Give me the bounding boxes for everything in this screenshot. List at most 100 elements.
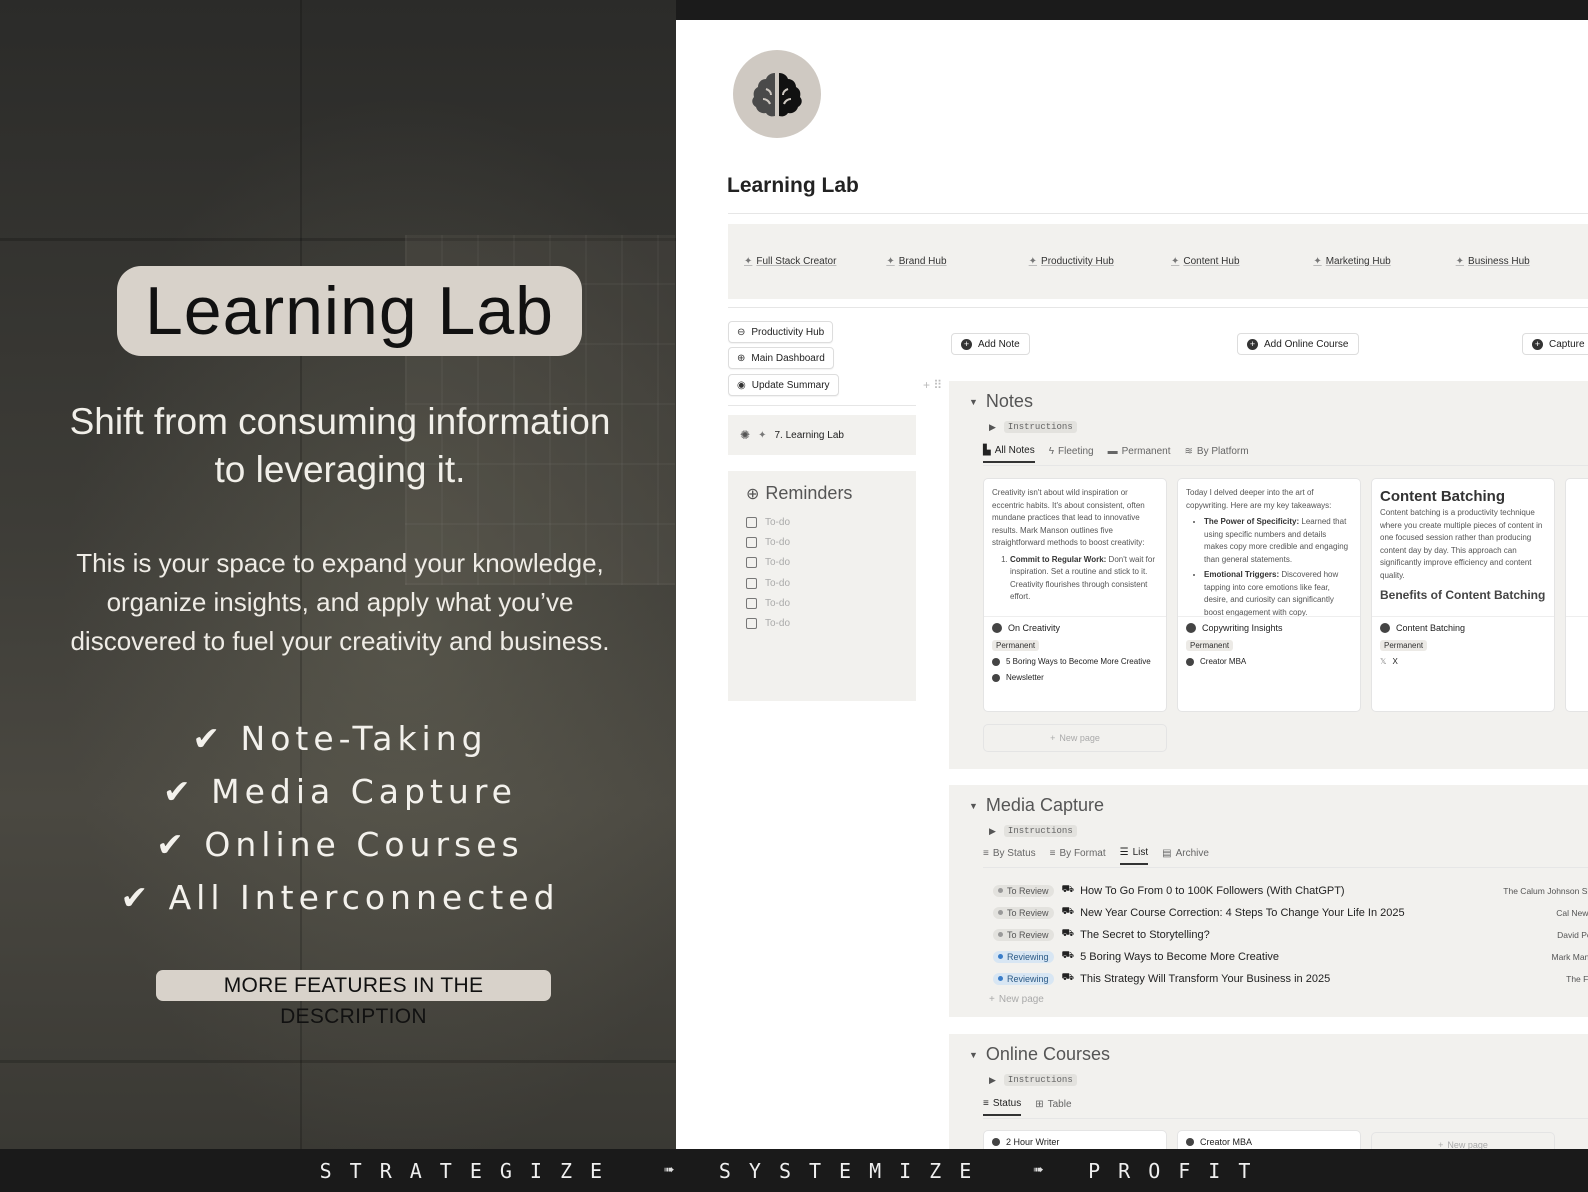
tab-fleeting[interactable]: ϟ Fleeting: [1049, 445, 1094, 463]
wall-seam: [0, 1060, 676, 1063]
note-card[interactable]: Today I delved deeper into the art of co…: [1177, 478, 1361, 712]
notes-instructions-toggle[interactable]: ▶ Instructions: [989, 421, 1077, 433]
courses-title[interactable]: ▼ Online Courses: [969, 1044, 1110, 1065]
list-item[interactable]: To Review ⛟ How To Go From 0 to 100K Follo…: [993, 880, 1588, 901]
sparkle-icon: ✦: [1313, 256, 1322, 267]
tab-all-notes[interactable]: ▙ All Notes: [983, 445, 1035, 463]
hub-link-content-hub[interactable]: ✦ Content Hub: [1171, 256, 1313, 267]
plus-icon: +: [961, 338, 972, 350]
todo-label: To-do: [765, 618, 791, 630]
checkbox[interactable]: [746, 597, 757, 609]
list-item-author: The Futur: [1566, 973, 1588, 984]
card-relation[interactable]: Newsletter: [992, 673, 1158, 682]
courses-instructions-toggle[interactable]: ▶ Instructions: [989, 1074, 1077, 1086]
toggle-triangle-icon[interactable]: ▼: [969, 1050, 978, 1060]
toggle-triangle-icon: ▶: [989, 421, 996, 432]
tab-label: Fleeting: [1058, 446, 1094, 457]
todo-item[interactable]: To-do: [746, 553, 898, 573]
media-tabs: ≡ By Status ≡ By Format ☰ List ▤ Archive: [983, 847, 1209, 865]
note-card[interactable]: Content Batching Content batching is a p…: [1371, 478, 1555, 712]
course-card[interactable]: Creator MBA: [1177, 1130, 1361, 1149]
type-tag: Permanent: [992, 640, 1040, 651]
card-title-row: Content Batching: [1380, 623, 1546, 633]
status-label: To Review: [1007, 907, 1049, 918]
note-card[interactable]: [1565, 478, 1588, 712]
hub-link-brand-hub[interactable]: ✦ Brand Hub: [886, 256, 1028, 267]
brain-icon-svg: [752, 73, 802, 117]
divider: [983, 465, 1588, 466]
add-online-course-button[interactable]: + Add Online Course: [1237, 333, 1359, 355]
checkbox[interactable]: [746, 577, 757, 589]
list-item[interactable]: To Review ⛟ New Year Course Correction: 4 …: [993, 902, 1588, 923]
card-meta: 2 Hour Writer: [984, 1131, 1166, 1149]
new-page-button[interactable]: + New page: [1371, 1132, 1555, 1149]
divider: [728, 405, 916, 406]
table-icon: ⊞: [1035, 1099, 1044, 1110]
tab-status[interactable]: ≡ Status: [983, 1098, 1022, 1116]
breadcrumb[interactable]: ✺ ✦ 7. Learning Lab: [728, 415, 916, 455]
hub-link-full-stack-creator[interactable]: ✦ Full Stack Creator: [744, 256, 886, 267]
tab-by-status[interactable]: ≡ By Status: [983, 847, 1036, 865]
note-card[interactable]: Creativity isn't about wild inspiration …: [983, 478, 1167, 712]
card-relation[interactable]: 𝕏X: [1380, 657, 1546, 666]
todo-item[interactable]: To-do: [746, 593, 898, 613]
add-note-button[interactable]: + Add Note: [951, 333, 1030, 355]
card-relation[interactable]: 5 Boring Ways to Become More Creative: [992, 657, 1158, 666]
checkbox[interactable]: [746, 557, 757, 569]
add-block-icon[interactable]: + ⠿: [923, 378, 942, 392]
hub-link-business-hub[interactable]: ✦ Business Hub: [1456, 256, 1588, 267]
status-dot: [998, 976, 1003, 981]
update-summary-button[interactable]: ◉ Update Summary: [728, 374, 839, 396]
plus-icon: +: [1438, 1140, 1444, 1149]
checkbox[interactable]: [746, 536, 757, 548]
toggle-triangle-icon[interactable]: ▼: [969, 397, 978, 407]
sparkle-icon: ✦: [886, 256, 895, 267]
relation-label: Newsletter: [1006, 673, 1044, 682]
tab-archive[interactable]: ▤ Archive: [1162, 847, 1209, 865]
instructions-label: Instructions: [1003, 1074, 1077, 1086]
status-dot: [998, 888, 1003, 893]
checkbox[interactable]: [746, 618, 757, 630]
todo-item[interactable]: To-do: [746, 512, 898, 532]
new-page-button[interactable]: + New page: [983, 724, 1167, 752]
list-item[interactable]: To Review ⛟ The Secret to Storytelling? Dav…: [993, 924, 1588, 945]
tab-by-format[interactable]: ≡ By Format: [1050, 847, 1106, 865]
media-instructions-toggle[interactable]: ▶ Instructions: [989, 825, 1077, 837]
tab-list[interactable]: ☰ List: [1119, 847, 1149, 865]
list-item[interactable]: Reviewing ⛟ This Strategy Will Transform Y…: [993, 968, 1588, 989]
tab-permanent[interactable]: ▬ Permanent: [1108, 445, 1171, 463]
todo-item[interactable]: To-do: [746, 613, 898, 633]
card-preview: Today I delved deeper into the art of co…: [1178, 479, 1360, 617]
list-item[interactable]: Reviewing ⛟ 5 Boring Ways to Become More C…: [993, 946, 1588, 967]
new-page-button[interactable]: + New page: [989, 994, 1044, 1005]
card-relation[interactable]: Creator MBA: [1186, 657, 1352, 666]
main-dashboard-button[interactable]: ⊕ Main Dashboard: [728, 347, 834, 369]
notes-title[interactable]: ▼ Notes: [969, 391, 1033, 412]
course-card[interactable]: 2 Hour Writer: [983, 1130, 1167, 1149]
tab-table[interactable]: ⊞ Table: [1035, 1098, 1071, 1116]
relation-label: 5 Boring Ways to Become More Creative: [1006, 657, 1151, 666]
feature-list: ✔ Note-Taking ✔ Media Capture ✔ Online C…: [40, 712, 640, 924]
globe-icon: ⊕: [737, 352, 746, 364]
arrow-icon: ➠: [1033, 1160, 1045, 1181]
list-item-title: The Secret to Storytelling?: [1080, 928, 1210, 941]
status-dot: [998, 932, 1003, 937]
todo-item[interactable]: To-do: [746, 532, 898, 552]
plus-icon: +: [1050, 733, 1056, 743]
notion-page: Learning Lab ✦ Full Stack Creator ✦ Brand …: [676, 20, 1588, 1149]
capture-button[interactable]: + Capture: [1522, 333, 1588, 355]
status-label: To Review: [1007, 929, 1049, 940]
hub-link-marketing-hub[interactable]: ✦ Marketing Hub: [1313, 256, 1455, 267]
media-title[interactable]: ▼ Media Capture: [969, 795, 1104, 816]
tab-by-platform[interactable]: ≋ By Platform: [1185, 445, 1249, 463]
productivity-hub-button[interactable]: ⊖ Productivity Hub: [728, 321, 834, 343]
tagline-strip: STRATEGIZE ➠ SYSTEMIZE ➠ PROFIT: [0, 1149, 1588, 1192]
todo-label: To-do: [765, 516, 791, 528]
checkbox[interactable]: [746, 516, 757, 528]
divider: [728, 307, 1588, 308]
todo-item[interactable]: To-do: [746, 573, 898, 593]
online-courses-section: ▼ Online Courses ▶ Instructions ≡ Status ⊞ T…: [949, 1034, 1588, 1149]
hub-link-productivity-hub[interactable]: ✦ Productivity Hub: [1029, 256, 1171, 267]
tagline-word: STRATEGIZE: [319, 1158, 621, 1183]
toggle-triangle-icon[interactable]: ▼: [969, 801, 978, 811]
